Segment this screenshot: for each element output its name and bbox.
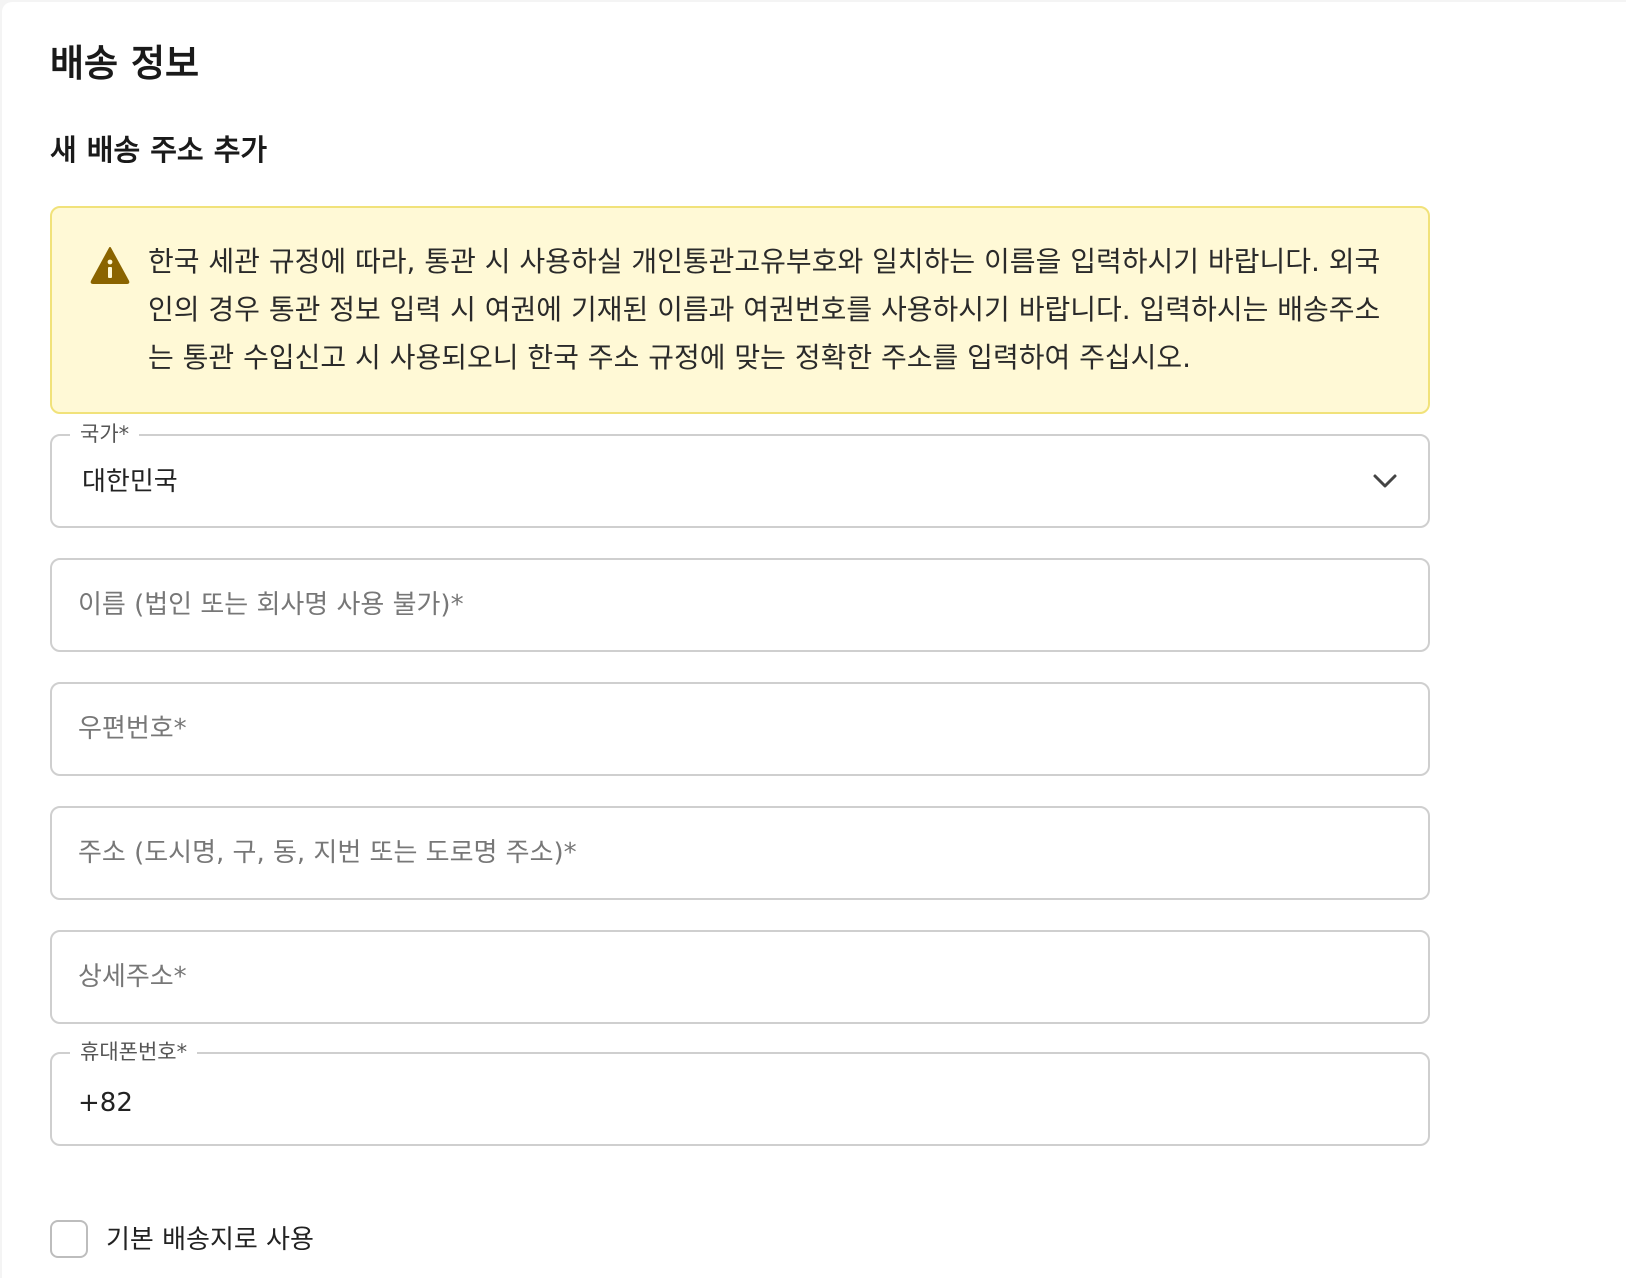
default-address-checkbox[interactable]	[50, 1220, 88, 1258]
postal-code-input[interactable]	[78, 684, 1378, 774]
default-address-label: 기본 배송지로 사용	[106, 1225, 314, 1255]
address-detail-field	[50, 930, 1430, 1024]
customs-notice-text: 한국 세관 규정에 따라, 통관 시 사용하실 개인통관고유부호와 일치하는 이…	[148, 245, 1381, 374]
phone-field: 휴대폰번호*	[50, 1038, 1430, 1148]
postal-code-field	[50, 682, 1430, 776]
address-field	[50, 806, 1430, 900]
country-selected-value: 대한민국	[82, 467, 178, 497]
shipping-info-card: 배송 정보 새 배송 주소 추가 한국 세관 규정에 따라, 통관 시 사용하실…	[2, 2, 1626, 1278]
name-field	[50, 558, 1430, 652]
address-detail-input[interactable]	[78, 932, 1378, 1022]
section-title: 새 배송 주소 추가	[50, 133, 268, 167]
address-input[interactable]	[78, 808, 1378, 898]
phone-input[interactable]	[78, 1058, 1378, 1148]
customs-notice: 한국 세관 규정에 따라, 통관 시 사용하실 개인통관고유부호와 일치하는 이…	[50, 206, 1430, 414]
country-select[interactable]: 국가* 대한민국	[50, 420, 1430, 528]
country-label: 국가*	[70, 420, 140, 448]
name-input[interactable]	[78, 560, 1378, 650]
chevron-down-icon	[1373, 474, 1397, 488]
warning-triangle-icon	[90, 247, 130, 284]
page-title: 배송 정보	[50, 42, 200, 85]
